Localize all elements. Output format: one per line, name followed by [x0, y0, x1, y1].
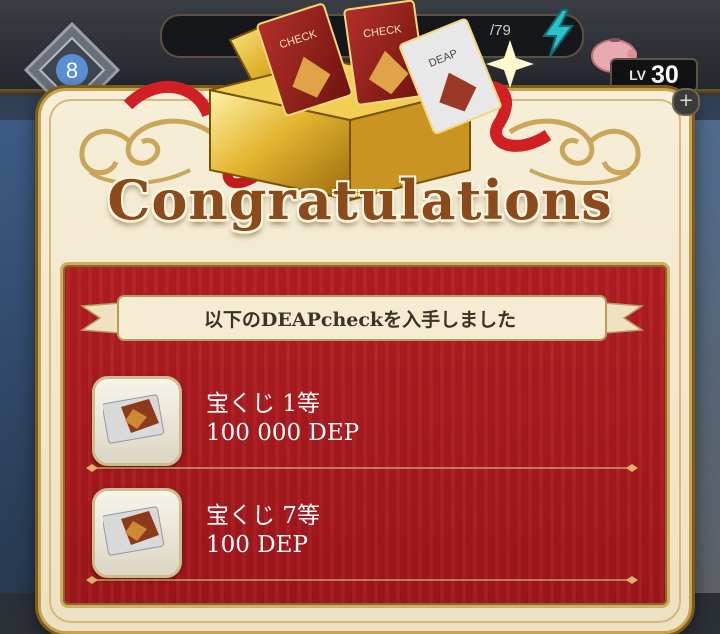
row-divider [86, 464, 638, 472]
item-name: 宝くじ 7等 [206, 503, 320, 529]
reward-message: 以下のDEAPcheckを入手しました [203, 309, 517, 331]
reward-item[interactable]: 宝くじ 1等 100 000 DEP [92, 374, 612, 466]
item-amount: 100 DEP [206, 532, 308, 558]
background-left-panel [0, 120, 40, 593]
item-amount: 100 000 DEP [206, 420, 360, 446]
item-name: 宝くじ 1等 [206, 391, 320, 417]
congratulations-title: Congratulations [107, 168, 613, 232]
reward-item[interactable]: 宝くじ 7等 100 DEP [92, 486, 612, 578]
level-label: LV [629, 67, 647, 83]
level-value: 30 [651, 60, 679, 89]
deap-check-card-icon [92, 376, 182, 466]
level-badge: LV 30 [610, 58, 698, 92]
plus-icon[interactable]: + [672, 88, 700, 116]
row-divider [86, 576, 638, 584]
emblem-digit: 8 [66, 58, 78, 83]
deap-check-card-icon [92, 488, 182, 578]
